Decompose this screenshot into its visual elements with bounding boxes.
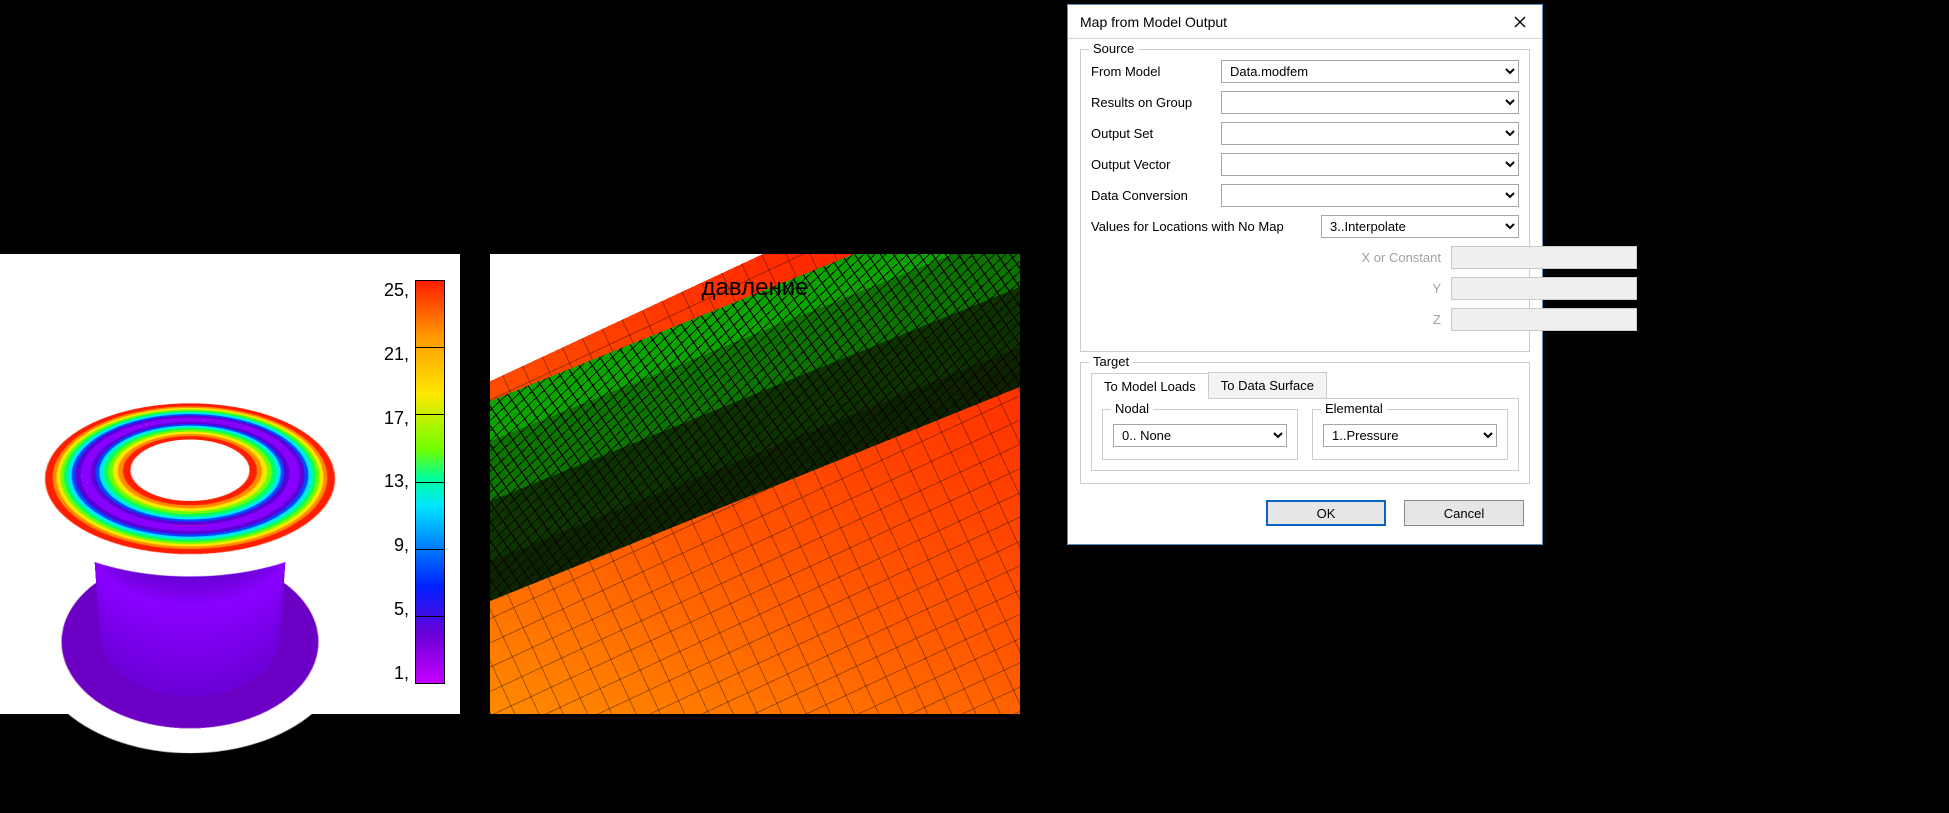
data-conversion-label: Data Conversion: [1091, 188, 1221, 203]
from-model-label: From Model: [1091, 64, 1221, 79]
viewport-mesh: давление: [490, 254, 1020, 714]
target-tabs: To Model Loads To Data Surface Nodal 0..…: [1091, 373, 1519, 471]
cancel-button[interactable]: Cancel: [1404, 500, 1524, 526]
elemental-label: Elemental: [1321, 401, 1387, 416]
output-set-label: Output Set: [1091, 126, 1221, 141]
z-label: Z: [1361, 312, 1451, 327]
results-on-group-select[interactable]: [1221, 91, 1519, 114]
elemental-select[interactable]: 1..Pressure: [1323, 424, 1497, 447]
output-vector-label: Output Vector: [1091, 157, 1221, 172]
data-conversion-select[interactable]: [1221, 184, 1519, 207]
tab-to-data-surface[interactable]: To Data Surface: [1208, 372, 1327, 398]
legend-tick: 1,: [384, 663, 409, 684]
legend-tick: 25,: [384, 280, 409, 301]
y-input: [1451, 277, 1637, 300]
nodal-label: Nodal: [1111, 401, 1153, 416]
ring-3d: [0, 391, 414, 623]
z-input: [1451, 308, 1637, 331]
x-constant-label: X or Constant: [1361, 250, 1451, 265]
no-map-select[interactable]: 3..Interpolate: [1321, 215, 1519, 238]
dialog-titlebar[interactable]: Map from Model Output: [1068, 5, 1542, 39]
from-model-select[interactable]: Data.modfem: [1221, 60, 1519, 83]
dialog-title: Map from Model Output: [1080, 14, 1227, 30]
group-elemental: Elemental 1..Pressure: [1312, 409, 1508, 460]
nodal-select[interactable]: 0.. None: [1113, 424, 1287, 447]
tab-to-model-loads[interactable]: To Model Loads: [1091, 373, 1209, 399]
y-label: Y: [1361, 281, 1451, 296]
legend-tick: 9,: [384, 535, 409, 556]
dialog-map-from-model-output: Map from Model Output Source From Model …: [1067, 4, 1543, 545]
x-constant-input: [1451, 246, 1637, 269]
mesh-title: давление: [702, 274, 809, 302]
legend-bar: [415, 280, 445, 684]
legend-tick: 17,: [384, 408, 409, 429]
ok-button[interactable]: OK: [1266, 500, 1386, 526]
results-on-group-label: Results on Group: [1091, 95, 1221, 110]
legend-ticks: 25, 21, 17, 13, 9, 5, 1,: [384, 280, 415, 684]
close-icon[interactable]: [1506, 10, 1534, 34]
output-vector-select[interactable]: [1221, 153, 1519, 176]
group-source-label: Source: [1089, 41, 1138, 56]
legend-tick: 13,: [384, 471, 409, 492]
group-target: Target To Model Loads To Data Surface No…: [1080, 362, 1530, 484]
output-set-select[interactable]: [1221, 122, 1519, 145]
group-source: Source From Model Data.modfem Results on…: [1080, 49, 1530, 352]
color-legend: 25, 21, 17, 13, 9, 5, 1,: [384, 280, 454, 684]
ring-top-face: [0, 391, 400, 576]
legend-tick: 5,: [384, 599, 409, 620]
legend-tick: 21,: [384, 344, 409, 365]
group-nodal: Nodal 0.. None: [1102, 409, 1298, 460]
no-map-label: Values for Locations with No Map: [1091, 219, 1321, 234]
group-target-label: Target: [1089, 354, 1133, 369]
viewport-ring: 25, 21, 17, 13, 9, 5, 1,: [0, 254, 460, 714]
